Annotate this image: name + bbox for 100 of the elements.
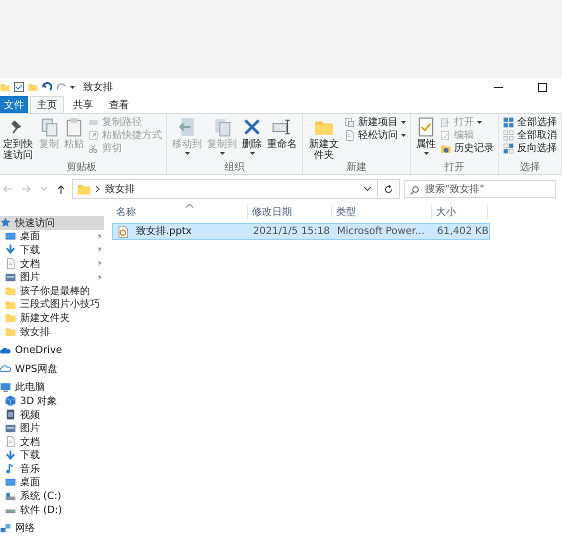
nav-item[interactable]: 软件 (D:) [0, 502, 104, 516]
table-cell-text: 61,402 KB [436, 225, 489, 238]
properties-icon [416, 117, 436, 137]
caret-icon [184, 152, 190, 155]
ribbon-button[interactable]: 新建项目 [344, 116, 406, 128]
ribbon-button[interactable]: 新建文件夹 [307, 116, 341, 162]
drive-icon [5, 490, 16, 502]
dropdown-icon [364, 187, 371, 191]
document-icon [5, 436, 16, 448]
table-cell-text: Microsoft Power... [336, 225, 426, 238]
open-icon [440, 116, 451, 128]
refresh-button[interactable] [378, 179, 400, 199]
maximize-icon [538, 82, 546, 92]
ribbon-button[interactable]: 属性 [415, 116, 437, 162]
nav-item[interactable]: 三段式图片小技巧 [0, 298, 104, 312]
ribbon-button[interactable]: 全部选择 [503, 116, 557, 128]
up-arrow-icon [57, 184, 65, 194]
pictures-icon [5, 422, 16, 434]
copy-icon [39, 117, 59, 137]
group-label: 打开 [444, 162, 466, 174]
file-row[interactable]: 致女排.pptx 2021/1/5 15:18 Microsoft Power... 61,402 KB [112, 223, 490, 240]
ribbon-button[interactable]: 重命名 [266, 116, 298, 162]
undo-icon[interactable] [42, 82, 52, 92]
music-note-icon [5, 463, 16, 474]
folder-icon [5, 326, 16, 338]
table-cell-text: 2021/1/5 15:18 [252, 225, 331, 238]
nav-item[interactable]: 快速访问 [0, 216, 104, 230]
column-header[interactable]: 名称 [112, 205, 248, 219]
breadcrumb[interactable]: 致女排 [105, 182, 135, 196]
nav-item[interactable]: 致女排 [0, 324, 104, 338]
nav-item[interactable]: OneDrive [0, 343, 104, 357]
ribbon-tab[interactable]: 主页 [30, 96, 64, 113]
ribbon-button[interactable]: 全部取消 [503, 129, 557, 141]
clipboard-icon [64, 117, 84, 137]
scissors-icon [88, 142, 99, 154]
nav-item[interactable]: 孩子你是最棒的 [0, 284, 104, 298]
nav-item[interactable]: 图片 [0, 421, 104, 435]
nav-item[interactable]: 文档 [0, 256, 104, 270]
group-label: 组织 [224, 162, 246, 174]
nav-item[interactable]: 系统 (C:) [0, 489, 104, 503]
caret-icon [70, 86, 75, 88]
rename-icon [272, 117, 292, 137]
folder-icon [5, 312, 16, 324]
download-arrow-icon [5, 244, 16, 256]
desktop-icon [5, 476, 16, 488]
nav-item[interactable]: 音乐 [0, 462, 104, 476]
column-header[interactable]: 类型 [332, 205, 432, 219]
refresh-icon [384, 184, 393, 194]
column-header[interactable]: 大小 [432, 205, 488, 219]
nav-item[interactable]: 图片 [0, 270, 104, 284]
checkbox-doc-icon[interactable] [14, 82, 24, 92]
ribbon-button[interactable]: 反向选择 [503, 142, 557, 154]
video-icon [5, 409, 16, 420]
history-icon [440, 142, 451, 154]
nav-item[interactable]: 下载 [0, 243, 104, 257]
select-none-icon [503, 130, 514, 140]
folder-icon [28, 82, 38, 92]
caret-icon [250, 152, 254, 155]
document-icon [344, 130, 355, 140]
nav-item[interactable]: 网络 [0, 521, 104, 536]
new-item-icon [344, 116, 355, 128]
nav-item[interactable]: 此电脑 [0, 380, 104, 394]
cube-icon [5, 395, 16, 406]
ribbon-button[interactable]: 删除 [241, 116, 263, 162]
caret-icon [41, 187, 47, 191]
caret-icon [424, 152, 428, 155]
search-field[interactable]: 搜索"致女排" [404, 180, 556, 198]
ribbon-tab[interactable]: 文件 [0, 96, 28, 113]
nav-item[interactable]: 文档 [0, 434, 104, 448]
address-bar[interactable]: 致女排 [72, 179, 378, 199]
nav-item[interactable]: WPS网盘 [0, 362, 104, 376]
group-label: 新建 [346, 162, 368, 174]
minimize-icon [494, 86, 502, 88]
shortcut-icon [88, 130, 99, 140]
ribbon-tab[interactable]: 查看 [102, 96, 136, 113]
folder-icon [0, 82, 10, 92]
nav-item[interactable]: 下载 [0, 448, 104, 462]
presentation-file-icon [117, 226, 129, 238]
back-arrow-icon [3, 185, 12, 193]
nav-item[interactable]: 新建文件夹 [0, 311, 104, 325]
ribbon-button[interactable]: 轻松访问 [344, 129, 406, 141]
computer-icon [0, 382, 11, 393]
star-icon [0, 217, 11, 228]
network-icon [0, 522, 11, 534]
nav-item[interactable]: 桌面 [0, 476, 104, 490]
sort-caret-icon [186, 204, 193, 208]
ribbon-button[interactable]: 定到快速访问 [1, 116, 35, 162]
cloud-outline-icon [0, 363, 11, 374]
nav-item[interactable]: 桌面 [0, 230, 104, 244]
caret-icon [401, 134, 406, 136]
edit-icon [440, 130, 451, 140]
window-title: 致女排 [83, 80, 113, 94]
invert-selection-icon [503, 142, 514, 154]
redo-icon[interactable] [56, 82, 66, 92]
column-header[interactable]: 修改日期 [248, 205, 332, 219]
nav-item[interactable]: 视频 [0, 408, 104, 422]
ribbon-tab[interactable]: 共享 [66, 96, 100, 113]
nav-item[interactable]: 3D 对象 [0, 394, 104, 408]
search-icon [410, 186, 419, 195]
ribbon-button[interactable]: 历史记录 [440, 142, 494, 154]
